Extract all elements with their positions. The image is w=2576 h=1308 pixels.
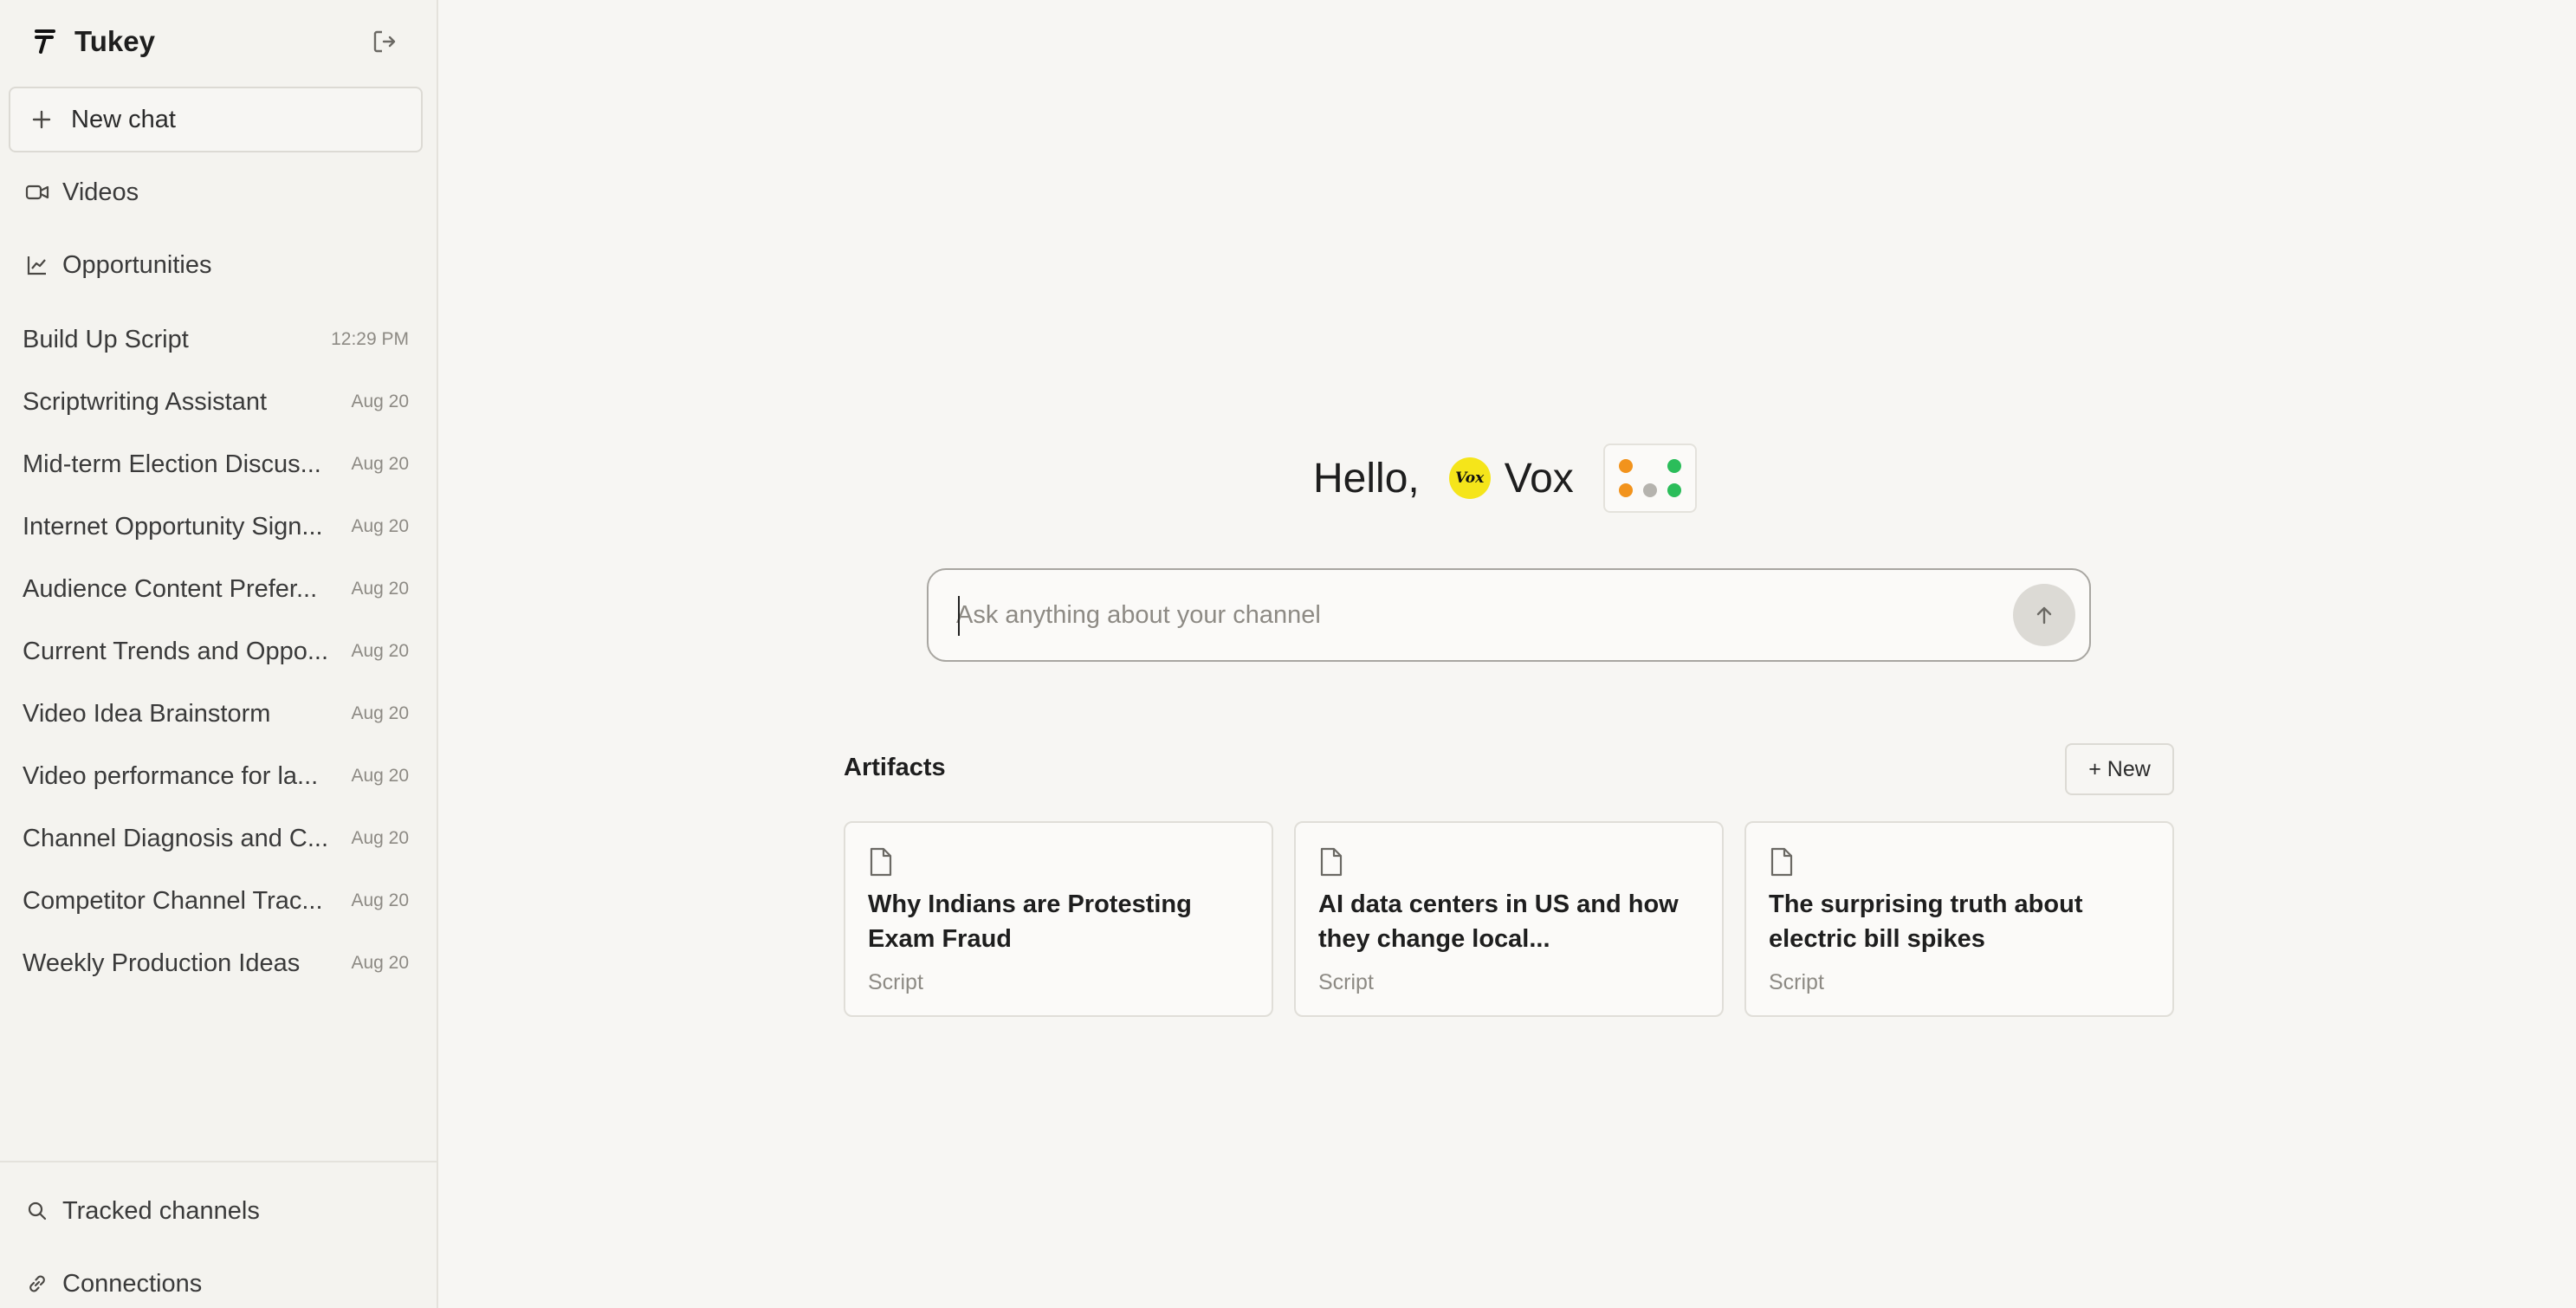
chat-title: Channel Diagnosis and C... xyxy=(23,824,329,852)
document-icon xyxy=(1320,847,1343,877)
sidebar-item-label: Opportunities xyxy=(62,250,212,279)
channel-name: Vox xyxy=(1504,455,1574,502)
chat-title: Competitor Channel Trac... xyxy=(23,886,323,915)
chat-input-box xyxy=(927,568,2091,662)
video-camera-icon xyxy=(24,179,50,205)
chat-history-item[interactable]: Build Up Script 12:29 PM xyxy=(23,315,409,364)
chat-time: Aug 20 xyxy=(351,392,409,411)
sidebar-item-connections[interactable]: Connections xyxy=(24,1258,202,1308)
tukey-logo-icon xyxy=(24,21,66,62)
sidebar-item-label: Videos xyxy=(62,178,139,206)
new-chat-button[interactable]: New chat xyxy=(9,87,423,152)
new-chat-label: New chat xyxy=(71,105,176,133)
sidebar-item-label: Tracked channels xyxy=(62,1196,260,1225)
artifact-title: AI data centers in US and how they chang… xyxy=(1318,890,1679,953)
chat-time: Aug 20 xyxy=(351,766,409,786)
plus-icon xyxy=(32,110,51,129)
chat-time: Aug 20 xyxy=(351,890,409,910)
send-button[interactable] xyxy=(2013,584,2075,646)
chat-time: Aug 20 xyxy=(351,641,409,661)
line-chart-icon xyxy=(24,252,50,278)
artifact-type: Script xyxy=(868,970,923,994)
arrow-up-icon xyxy=(2036,606,2052,625)
status-dot xyxy=(1618,459,1633,473)
artifact-type: Script xyxy=(1318,970,1374,994)
sidebar-item-videos[interactable]: Videos xyxy=(24,166,139,218)
chat-history-item[interactable]: Video Idea Brainstorm Aug 20 xyxy=(23,690,409,738)
chat-history-item[interactable]: Mid-term Election Discus... Aug 20 xyxy=(23,440,409,489)
chat-history-item[interactable]: Internet Opportunity Sign... Aug 20 xyxy=(23,502,409,551)
sidebar-item-tracked-channels[interactable]: Tracked channels xyxy=(24,1185,260,1237)
new-artifact-button[interactable]: + New xyxy=(2065,743,2174,795)
sidebar-item-opportunities[interactable]: Opportunities xyxy=(24,239,212,291)
document-icon xyxy=(1770,847,1793,877)
chat-input[interactable] xyxy=(956,600,1961,630)
status-dot xyxy=(1642,483,1657,497)
chat-title: Video performance for la... xyxy=(23,761,319,790)
chat-history-item[interactable]: Audience Content Prefer... Aug 20 xyxy=(23,565,409,613)
sidebar-item-label: Connections xyxy=(62,1269,203,1298)
status-dot xyxy=(1667,459,1681,473)
channel-logo: Vox xyxy=(1448,457,1491,499)
brand[interactable]: Tukey xyxy=(24,21,155,62)
chat-title: Current Trends and Oppo... xyxy=(23,637,329,665)
chat-title: Build Up Script xyxy=(23,325,189,353)
chat-time: Aug 20 xyxy=(351,454,409,474)
chat-history-item[interactable]: Video performance for la... Aug 20 xyxy=(23,752,409,800)
chat-time: Aug 20 xyxy=(351,953,409,973)
search-icon xyxy=(24,1198,50,1224)
text-caret xyxy=(958,596,960,636)
chat-title: Internet Opportunity Sign... xyxy=(23,512,323,541)
chat-history-item[interactable]: Channel Diagnosis and C... Aug 20 xyxy=(23,814,409,863)
artifact-title: Why Indians are Protesting Exam Fraud xyxy=(868,890,1192,953)
greeting: Hello, Vox Vox xyxy=(1313,444,1697,513)
app-name: Tukey xyxy=(74,25,155,57)
chat-title: Scriptwriting Assistant xyxy=(23,387,268,416)
status-dot xyxy=(1618,483,1633,497)
chat-history-item[interactable]: Current Trends and Oppo... Aug 20 xyxy=(23,627,409,676)
chat-history-item[interactable]: Competitor Channel Trac... Aug 20 xyxy=(23,877,409,925)
artifact-card[interactable]: AI data centers in US and how they chang… xyxy=(1294,821,1724,1017)
chat-time: Aug 20 xyxy=(351,703,409,723)
channel-status-icon[interactable] xyxy=(1602,444,1697,513)
status-dot xyxy=(1667,483,1681,497)
document-icon xyxy=(870,847,892,877)
chat-time: 12:29 PM xyxy=(331,329,409,349)
artifact-card[interactable]: The surprising truth about electric bill… xyxy=(1744,821,2174,1017)
chat-title: Weekly Production Ideas xyxy=(23,949,301,977)
sidebar: Tukey New chat Videos Opportunities Buil… xyxy=(0,0,438,1308)
artifact-type: Script xyxy=(1769,970,1824,994)
link-icon xyxy=(24,1271,50,1297)
sidebar-exit-icon xyxy=(373,30,396,53)
collapse-sidebar-button[interactable] xyxy=(367,24,402,59)
artifact-title: The surprising truth about electric bill… xyxy=(1769,890,2083,953)
chat-title: Audience Content Prefer... xyxy=(23,574,318,603)
chat-history-item[interactable]: Scriptwriting Assistant Aug 20 xyxy=(23,378,409,426)
artifact-card[interactable]: Why Indians are Protesting Exam Fraud Sc… xyxy=(844,821,1273,1017)
chat-history-item[interactable]: Weekly Production Ideas Aug 20 xyxy=(23,939,409,987)
sidebar-divider xyxy=(0,1161,437,1162)
chat-title: Video Idea Brainstorm xyxy=(23,699,271,728)
chat-time: Aug 20 xyxy=(351,828,409,848)
greeting-text: Hello, xyxy=(1313,455,1420,502)
chat-time: Aug 20 xyxy=(351,516,409,536)
chat-time: Aug 20 xyxy=(351,579,409,599)
artifacts-heading: Artifacts xyxy=(844,754,946,781)
app-root: Tukey New chat Videos Opportunities Buil… xyxy=(0,0,2576,1308)
chat-title: Mid-term Election Discus... xyxy=(23,450,321,478)
